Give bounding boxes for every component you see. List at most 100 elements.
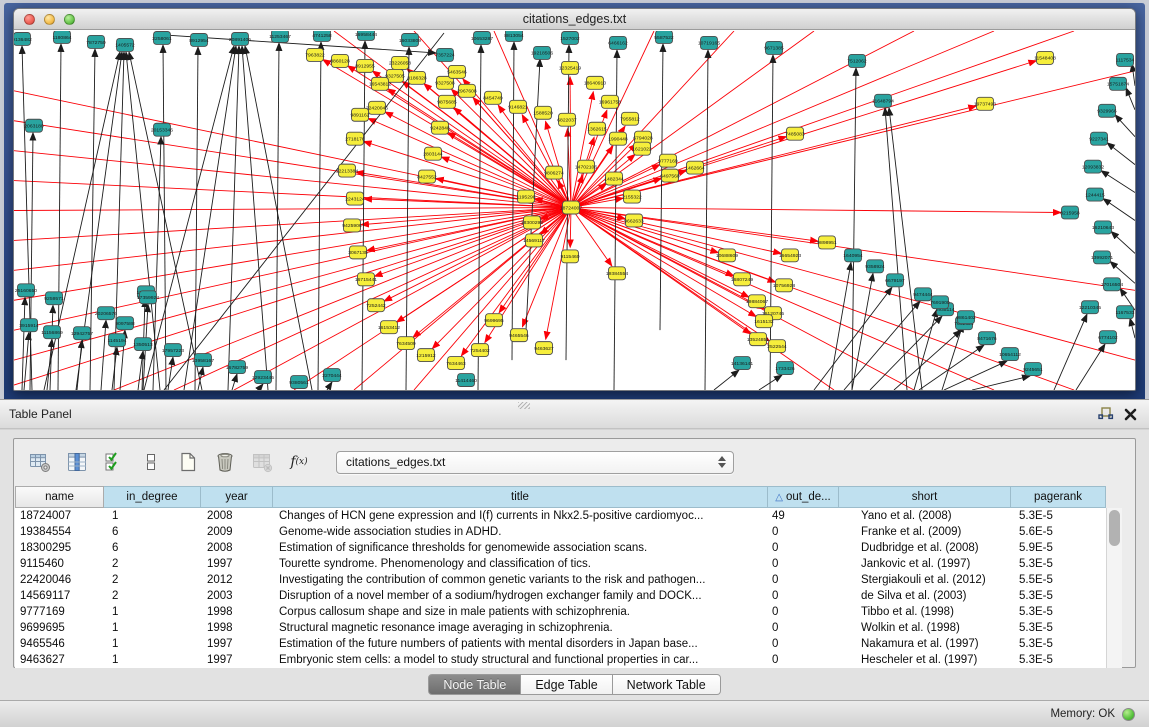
graph-node[interactable]: 9227341 — [1089, 132, 1109, 145]
trash-icon[interactable] — [213, 450, 237, 474]
graph-node[interactable]: 2967608 — [457, 84, 477, 97]
graph-node[interactable]: 10653287 — [471, 31, 493, 44]
table-settings-icon[interactable] — [28, 450, 52, 474]
graph-node[interactable]: 12210345 — [1079, 301, 1101, 314]
graph-node[interactable]: 1615132 — [754, 315, 774, 328]
graph-node[interactable]: 3915914 — [19, 319, 39, 332]
graph-node[interactable]: 16210643 — [1092, 221, 1114, 234]
graph-node[interactable]: 15751874 — [1107, 77, 1129, 90]
minimize-window-button[interactable] — [44, 14, 55, 25]
zoom-window-button[interactable] — [64, 14, 75, 25]
graph-node[interactable]: 10756928 — [773, 279, 795, 292]
graph-node[interactable]: 11414460 — [455, 374, 477, 387]
graph-node[interactable]: 1215912 — [416, 349, 436, 362]
graph-node[interactable]: 9425906 — [342, 219, 362, 232]
graph-node[interactable]: 1990448 — [608, 132, 628, 145]
graph-node[interactable]: 20206576 — [95, 307, 117, 320]
graph-node[interactable]: 6679197 — [885, 274, 905, 287]
graph-node[interactable]: 11648794 — [872, 94, 894, 107]
graph-node[interactable]: 16782759 — [226, 361, 248, 374]
graph-node[interactable]: 9465546 — [509, 329, 529, 342]
graph-node[interactable]: 1405572 — [115, 38, 135, 51]
graph-node[interactable]: 9245651 — [1023, 363, 1043, 376]
graph-node[interactable]: 5587522 — [654, 31, 674, 43]
column-header-out_degree[interactable]: △out_de... — [768, 486, 839, 508]
row-height-icon[interactable] — [139, 450, 163, 474]
graph-node[interactable]: 11548408 — [1034, 51, 1056, 64]
graph-node[interactable]: 6466162 — [608, 36, 628, 49]
graph-node[interactable]: 8454749 — [483, 91, 503, 104]
graph-node[interactable]: 2522544 — [767, 340, 787, 353]
graph-node[interactable]: 1350513 — [133, 338, 153, 351]
graph-node[interactable]: 19384554 — [606, 267, 628, 280]
graph-node[interactable]: 13992071 — [1091, 251, 1113, 264]
graph-node[interactable]: 12325419 — [559, 61, 581, 74]
graph-node[interactable]: 18640910 — [584, 76, 606, 89]
graph-node[interactable]: 17016504 — [1101, 278, 1123, 291]
tab-network-table[interactable]: Network Table — [613, 674, 721, 695]
graph-node[interactable]: 16961758 — [599, 95, 621, 108]
graph-node[interactable]: 19218506 — [531, 46, 553, 59]
tab-edge-table[interactable]: Edge Table — [521, 674, 612, 695]
graph-node[interactable]: 16153412 — [378, 321, 400, 334]
graph-node[interactable]: 7634509 — [396, 337, 416, 350]
graph-node[interactable]: 7252442 — [366, 299, 386, 312]
graph-node[interactable]: 7357224 — [435, 48, 455, 61]
graph-node[interactable]: 12093832 — [1082, 160, 1104, 173]
graph-node[interactable]: 9463627 — [534, 342, 554, 355]
graph-node[interactable]: 14136141 — [731, 357, 753, 370]
graph-node[interactable]: 8912954 — [189, 33, 209, 46]
graph-node[interactable]: 7254402 — [470, 344, 490, 357]
graph-node[interactable]: 1117534 — [1116, 53, 1135, 66]
graph-node[interactable]: 11253467 — [269, 31, 291, 42]
graph-node[interactable]: 9806274 — [544, 166, 564, 179]
graph-node[interactable]: 6497568 — [660, 169, 680, 182]
graph-node[interactable]: 7512062 — [847, 54, 867, 67]
vertical-scrollbar[interactable] — [1106, 508, 1122, 668]
graph-node[interactable]: 3067135 — [348, 246, 368, 259]
graph-node[interactable]: 1527002 — [560, 31, 580, 44]
graph-node[interactable]: 9136482 — [14, 32, 32, 45]
graph-node[interactable]: 9329966 — [1097, 104, 1117, 117]
graph-node[interactable]: 25160650 — [15, 284, 37, 297]
graph-node[interactable]: 8427552 — [417, 170, 437, 183]
graph-node[interactable]: 18300295 — [521, 216, 543, 229]
graph-node[interactable]: 9242848 — [430, 121, 450, 134]
graph-node[interactable]: 16543812 — [369, 77, 391, 90]
graph-node[interactable]: 12213384 — [336, 164, 358, 177]
graph-node[interactable]: 9777169 — [658, 154, 678, 167]
graph-node[interactable]: 1640954 — [843, 249, 863, 262]
table-row[interactable]: 1830029562008Estimation of significance … — [15, 540, 1122, 556]
graph-node[interactable]: 2803144 — [423, 147, 443, 160]
table-row[interactable]: 2242004622012Investigating the contribut… — [15, 572, 1122, 588]
graph-node[interactable]: 7872750 — [86, 35, 106, 48]
graph-node[interactable]: 8912955 — [355, 59, 375, 72]
close-window-button[interactable] — [24, 14, 35, 25]
graph-node[interactable]: 2258061 — [152, 31, 172, 44]
graph-node[interactable]: 9097588 — [115, 317, 135, 330]
table-row[interactable]: 946362711997Embryonic stem cells: a mode… — [15, 652, 1122, 668]
graph-node[interactable]: 2270444 — [322, 369, 342, 382]
graph-node[interactable]: 2063180 — [24, 119, 44, 132]
graph-node[interactable]: 8471676 — [977, 332, 997, 345]
graph-node[interactable]: 11156869 — [41, 326, 63, 339]
graph-hub-node[interactable]: 18724007 — [560, 201, 582, 214]
graph-node[interactable]: 1244415 — [1085, 188, 1105, 201]
graph-node[interactable]: 1733426 — [775, 362, 795, 375]
graph-node[interactable]: 19884067 — [746, 295, 768, 308]
graph-node[interactable]: 4741258 — [312, 31, 332, 41]
graph-node[interactable]: 1145194 — [107, 334, 126, 347]
graph-node[interactable]: 9474444 — [913, 288, 933, 301]
table-select-dropdown[interactable]: citations_edges.txt — [336, 451, 734, 474]
column-header-in_degree[interactable]: in_degree — [104, 486, 201, 508]
graph-node[interactable]: 1362615 — [587, 122, 607, 135]
graph-node[interactable]: 9861402 — [956, 311, 976, 324]
graph-node[interactable]: 1462664 — [685, 161, 705, 174]
table-row[interactable]: 977716911998Corpus callosum shape and si… — [15, 604, 1122, 620]
graph-node[interactable]: 20153346 — [151, 123, 173, 136]
column-header-name[interactable]: name — [15, 486, 104, 508]
graph-node[interactable]: 1195298 — [516, 190, 535, 203]
graph-node[interactable]: 8215958 — [1060, 206, 1080, 219]
graph-node[interactable]: 7485083 — [785, 127, 805, 140]
graph-node[interactable]: 14702106 — [575, 160, 597, 173]
